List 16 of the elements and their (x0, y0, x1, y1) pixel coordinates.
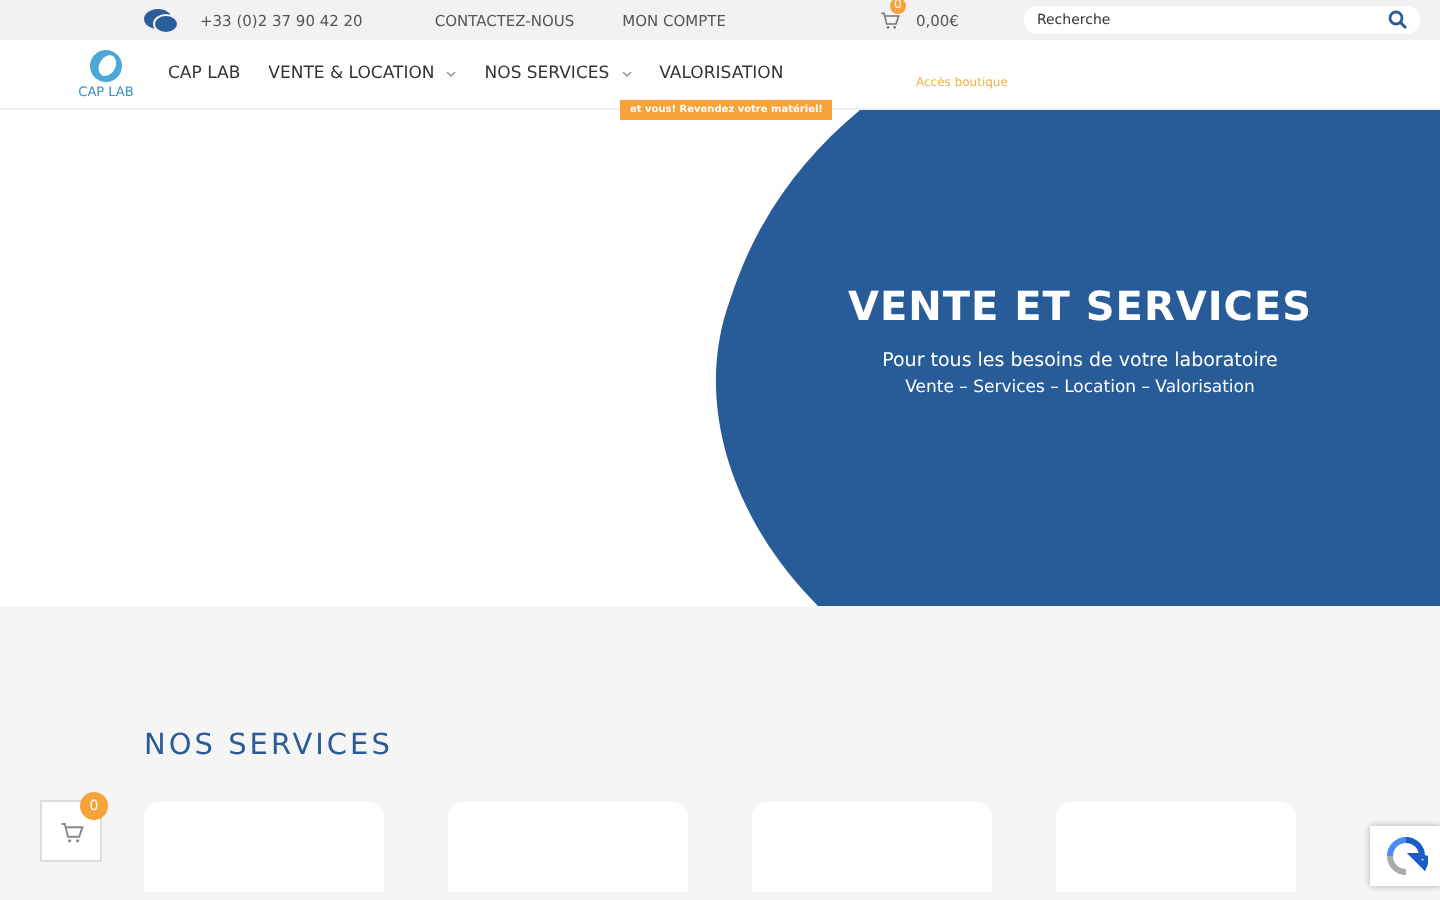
caret-icon (621, 67, 632, 81)
hero-title: VENTE ET SERVICES (847, 282, 1313, 330)
hero-tagline: Vente – Services – Location – Valorisation (905, 378, 1255, 398)
recaptcha-icon[interactable] (1383, 834, 1427, 878)
cart-icon[interactable] (879, 10, 900, 30)
hero-subtitle: Pour tous les besoins de votre laboratoire (882, 350, 1278, 372)
nav-item[interactable]: CAP LAB (168, 64, 241, 84)
section-title: NOS SERVICES (144, 730, 395, 762)
cart-icon (59, 819, 83, 843)
chat-icon (144, 7, 178, 33)
nav-item[interactable]: NOS SERVICES (484, 64, 610, 84)
logo-icon[interactable] (88, 48, 124, 84)
search-icon[interactable] (1388, 10, 1409, 30)
caret-icon (446, 67, 457, 81)
nav-item[interactable]: VALORISATION (659, 64, 784, 84)
nav-item[interactable]: VENTE & LOCATION (268, 64, 435, 84)
